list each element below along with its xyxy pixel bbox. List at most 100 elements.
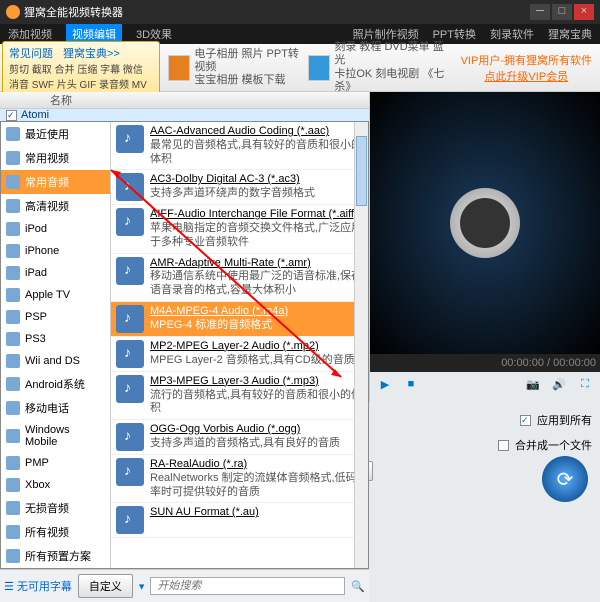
play-button[interactable]: ▶ [376, 378, 394, 396]
category-item[interactable]: PSP [1, 306, 110, 328]
faq-link[interactable]: 常见问题 [9, 45, 53, 61]
category-item[interactable]: 最近使用 [1, 122, 110, 146]
category-icon [6, 244, 20, 258]
category-icon [6, 199, 20, 213]
search-icon[interactable]: 🔍 [351, 580, 365, 593]
category-item[interactable]: 常用视频 [1, 146, 110, 170]
category-item[interactable]: 所有视频 [1, 520, 110, 544]
file-row[interactable]: Atomi [0, 109, 369, 121]
category-item[interactable]: PMP [1, 452, 110, 474]
scroll-thumb[interactable] [356, 136, 367, 206]
volume-button[interactable]: 🔊 [550, 378, 568, 396]
format-icon [116, 340, 144, 368]
snapshot-button[interactable]: 📷 [524, 378, 542, 396]
toolbar-album[interactable]: 电子相册 照片 PPT转视频宝宝相册 模板下载 [168, 41, 302, 94]
format-title: M4A-MPEG-4 Audio (*.m4a) [150, 305, 288, 319]
category-label: Windows Mobile [25, 424, 105, 448]
format-title: MP2-MPEG Layer-2 Audio (*.mp2) [150, 340, 355, 354]
category-item[interactable]: iPad [1, 262, 110, 284]
category-label: 常用音频 [25, 174, 69, 190]
category-item[interactable]: 无损音频 [1, 496, 110, 520]
format-icon [116, 125, 144, 153]
fullscreen-button[interactable]: ⛶ [576, 378, 594, 396]
category-label: Apple TV [25, 289, 70, 301]
format-title: MP3-MPEG Layer-3 Audio (*.mp3) [150, 375, 363, 389]
dropdown-arrow-icon[interactable]: ▾ [139, 580, 145, 593]
maximize-button[interactable]: □ [552, 4, 572, 20]
custom-button[interactable]: 自定义 [78, 574, 133, 598]
menu-add-video[interactable]: 添加视频 [8, 26, 52, 42]
search-input[interactable] [150, 577, 345, 595]
merge-checkbox[interactable] [498, 440, 509, 451]
format-desc: 支持多声道环绕声的数字音频格式 [150, 187, 315, 201]
format-item[interactable]: M4A-MPEG-4 Audio (*.m4a)MPEG-4 标准的音频格式 [111, 302, 368, 337]
menu-burn[interactable]: 刻录软件 [490, 26, 534, 42]
category-item[interactable]: iPhone [1, 240, 110, 262]
format-icon [116, 173, 144, 201]
subtitle-button[interactable]: ☰ 无可用字幕 [4, 578, 72, 594]
menu-ppt[interactable]: PPT转换 [433, 26, 476, 42]
category-label: iPhone [25, 245, 59, 257]
merge-label: 合并成一个文件 [515, 437, 592, 453]
category-label: 最近使用 [25, 126, 69, 142]
category-icon [6, 501, 20, 515]
category-item[interactable]: Android系统 [1, 372, 110, 396]
scrollbar[interactable] [354, 122, 368, 568]
apply-all-label: 应用到所有 [537, 412, 592, 428]
app-logo [6, 5, 20, 19]
guide-link[interactable]: 狸窝宝典>> [63, 45, 120, 61]
category-item[interactable]: PS3 [1, 328, 110, 350]
category-item[interactable]: Xbox [1, 474, 110, 496]
minimize-button[interactable]: ─ [530, 4, 550, 20]
category-icon [6, 478, 20, 492]
format-desc: MPEG-4 标准的音频格式 [150, 319, 288, 333]
category-item[interactable]: 移动电话 [1, 396, 110, 420]
category-label: 常用视频 [25, 150, 69, 166]
menu-photo-video[interactable]: 照片制作视频 [353, 26, 419, 42]
category-item[interactable]: 常用音频 [1, 170, 110, 194]
category-label: Android系统 [25, 376, 85, 392]
format-item[interactable]: MP3-MPEG Layer-3 Audio (*.mp3)流行的音频格式,具有… [111, 372, 368, 420]
vip-promo: VIP用户-拥有狸窝所有软件 点此升级VIP会员 [453, 50, 600, 86]
menu-3d-effect[interactable]: 3D效果 [136, 26, 172, 42]
file-name: Atomi [21, 109, 49, 121]
format-item[interactable]: AAC-Advanced Audio Coding (*.aac)最常见的音频格… [111, 122, 368, 170]
category-item[interactable]: 所有预置方案 [1, 544, 110, 568]
category-item[interactable]: 高清视频 [1, 194, 110, 218]
col-name: 名称 [50, 92, 72, 108]
category-item[interactable]: Wii and DS [1, 350, 110, 372]
vip-link[interactable]: 点此升级VIP会员 [484, 71, 568, 83]
format-item[interactable]: AMR-Adaptive Multi-Rate (*.amr)移动通信系统中使用… [111, 254, 368, 302]
convert-button[interactable]: ⟳ [542, 456, 588, 502]
format-desc: 支持多声道的音频格式,具有良好的音质 [150, 437, 340, 451]
app-title: 狸窝全能视频转换器 [24, 4, 123, 20]
stop-button[interactable]: ■ [402, 378, 420, 396]
format-item[interactable]: OGG-Ogg Vorbis Audio (*.ogg)支持多声道的音频格式,具… [111, 420, 368, 455]
format-desc: RealNetworks 制定的流媒体音频格式,低码率时可提供较好的音质 [150, 472, 363, 500]
category-label: Wii and DS [25, 355, 80, 367]
format-item[interactable]: AC3-Dolby Digital AC-3 (*.ac3)支持多声道环绕声的数… [111, 170, 368, 205]
category-icon [6, 525, 20, 539]
menu-guide[interactable]: 狸窝宝典 [548, 26, 592, 42]
format-item[interactable]: AIFF-Audio Interchange File Format (*.ai… [111, 205, 368, 253]
category-item[interactable]: Windows Mobile [1, 420, 110, 452]
format-desc: 流行的音频格式,具有较好的音质和很小的体积 [150, 389, 363, 417]
toolbar-burn[interactable]: 刻录 教程 DVD菜单 蓝光卡拉OK 刻电视剧 《七杀》 [308, 41, 447, 94]
category-icon [6, 332, 20, 346]
format-title: AAC-Advanced Audio Coding (*.aac) [150, 125, 363, 139]
category-icon [6, 429, 20, 443]
close-button[interactable]: × [574, 4, 594, 20]
category-item[interactable]: iPod [1, 218, 110, 240]
format-item[interactable]: RA-RealAudio (*.ra)RealNetworks 制定的流媒体音频… [111, 455, 368, 503]
film-reel-icon [450, 188, 520, 258]
format-icon [116, 208, 144, 236]
category-list: 最近使用常用视频常用音频高清视频 iPod iPhone iPad Apple TV PS… [1, 122, 111, 568]
file-checkbox[interactable] [6, 110, 17, 121]
format-item[interactable]: MP2-MPEG Layer-2 Audio (*.mp2)MPEG Layer… [111, 337, 368, 372]
time-display: 00:00:00 / 00:00:00 [501, 357, 596, 369]
category-label: 高清视频 [25, 198, 69, 214]
apply-all-checkbox[interactable] [520, 415, 531, 426]
category-item[interactable]: Apple TV [1, 284, 110, 306]
category-label: 所有视频 [25, 524, 69, 540]
format-item[interactable]: SUN AU Format (*.au) [111, 503, 368, 538]
